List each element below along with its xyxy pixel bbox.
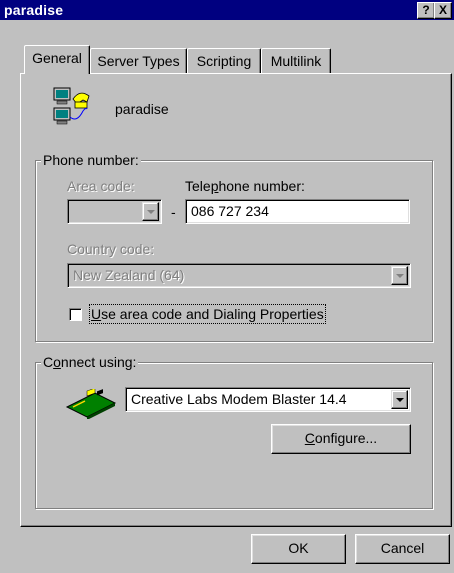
country-code-dropdown[interactable]: New Zealand (64) [67,263,411,288]
tab-general[interactable]: General [24,45,90,74]
area-code-label: Area code: [67,178,135,194]
telephone-number-label: Telephone number: [185,178,305,194]
use-area-code-checkbox[interactable] [69,308,82,321]
title-bar[interactable]: paradise ? X [0,0,454,20]
modem-card-icon [65,389,117,419]
modem-value: Creative Labs Modem Blaster 14.4 [131,391,347,407]
connection-name: paradise [115,101,169,117]
dialup-connection-icon [53,87,90,125]
use-area-code-label[interactable]: Use area code and Dialing Properties [89,304,326,324]
dialog-window: paradise ? X General Server Types Script… [0,0,454,573]
area-code-dash: - [171,204,176,220]
tab-scripting[interactable]: Scripting [187,48,261,73]
tab-panel-general: paradise Phone number: Area code: Teleph… [20,73,452,527]
ok-button[interactable]: OK [251,534,346,564]
close-button[interactable]: X [434,2,452,19]
area-code-dropdown-arrow[interactable] [142,202,159,221]
modem-dropdown-arrow[interactable] [391,390,408,409]
telephone-number-value: 086 727 234 [191,203,269,219]
area-code-dropdown[interactable] [67,199,162,224]
tab-server-types[interactable]: Server Types [90,48,187,73]
country-code-dropdown-arrow[interactable] [391,266,408,285]
phone-number-group-label: Phone number: [41,152,141,168]
connect-using-group-label: Connect using: [41,354,139,370]
tab-multilink[interactable]: Multilink [261,48,331,73]
help-button[interactable]: ? [417,2,435,19]
country-code-label: Country code: [67,241,155,257]
telephone-number-input[interactable]: 086 727 234 [185,199,410,224]
cancel-button[interactable]: Cancel [355,534,450,564]
configure-button[interactable]: Configure... [271,424,411,454]
country-code-value: New Zealand (64) [73,267,185,283]
modem-dropdown[interactable]: Creative Labs Modem Blaster 14.4 [125,387,411,412]
window-title: paradise [4,2,64,18]
